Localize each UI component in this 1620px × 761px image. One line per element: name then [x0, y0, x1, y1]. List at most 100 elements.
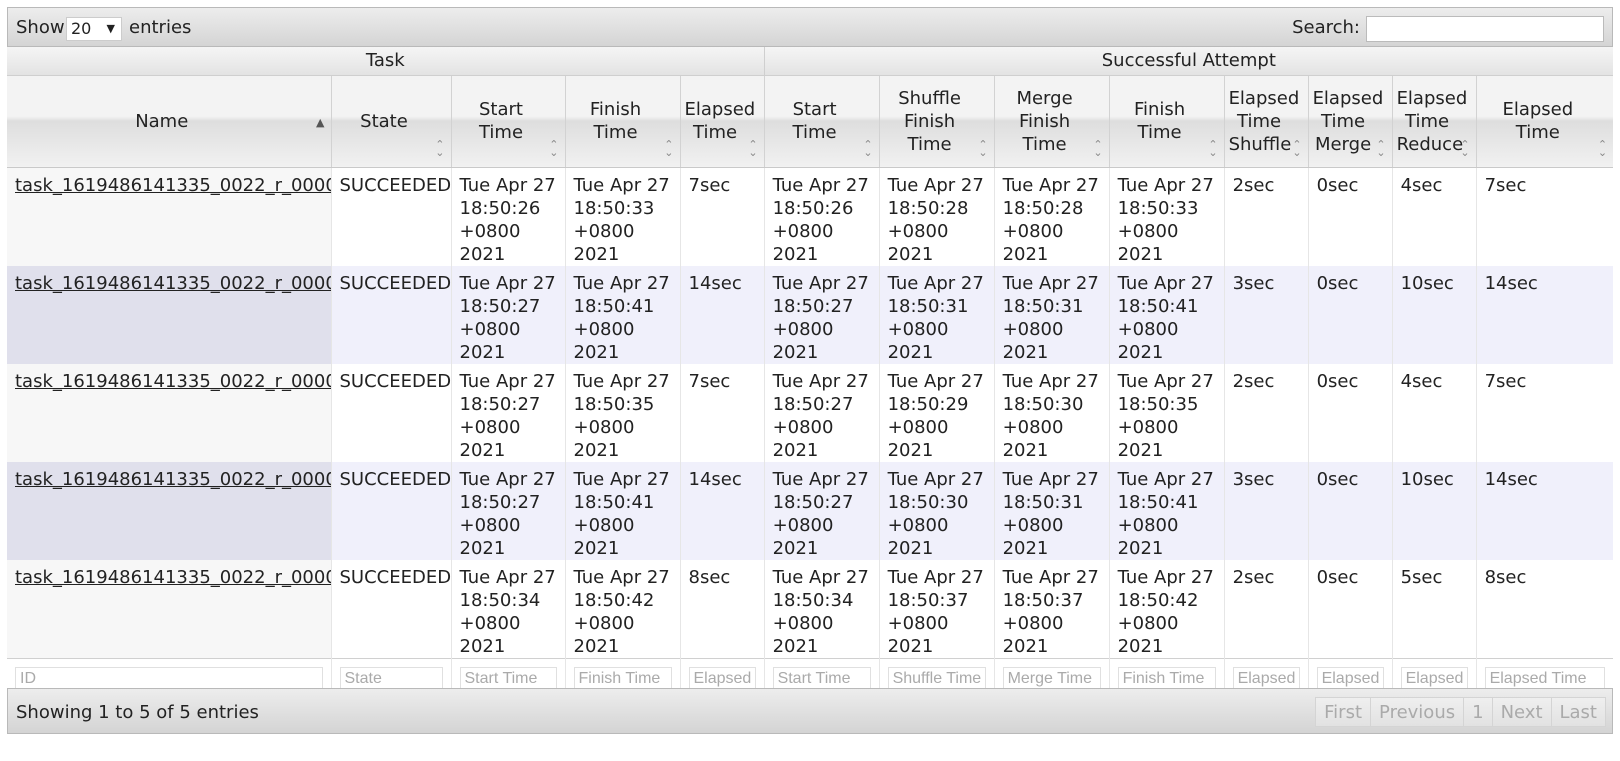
table-cell-task-elapsed-time: 14sec	[680, 461, 765, 560]
table-cell-task-finish-time: Tue Apr 27 18:50:41 +0800 2021	[565, 461, 681, 560]
previous-page-button[interactable]: Previous	[1370, 697, 1465, 727]
table-cell-attempt-elapsed-time: 7sec	[1476, 167, 1614, 266]
table-cell-task-start-time: Tue Apr 27 18:50:27 +0800 2021	[451, 363, 566, 462]
task-link[interactable]: task_1619486141335_0022_r_000000	[15, 175, 330, 196]
last-page-button[interactable]: Last	[1550, 697, 1606, 727]
table-cell-elapsed-time-shuffle: 3sec	[1224, 461, 1309, 560]
table-cell-merge-finish-time: Tue Apr 27 18:50:37 +0800 2021	[994, 559, 1110, 658]
column-header-label: Name	[135, 110, 189, 132]
table-toolbar: Show 20 ▼ entries Search:	[7, 7, 1613, 47]
table-cell-task-finish-time: Tue Apr 27 18:50:41 +0800 2021	[565, 265, 681, 364]
table-cell-merge-finish-time: Tue Apr 27 18:50:30 +0800 2021	[994, 363, 1110, 462]
table-cell-task-elapsed-time: 14sec	[680, 265, 765, 364]
column-header-task-elapsed-time[interactable]: Elapsed Time ⌃ ⌄	[680, 75, 765, 168]
table-cell-task-elapsed-time: 8sec	[680, 559, 765, 658]
sort-icon: ⌃ ⌄	[748, 137, 758, 159]
table-cell-elapsed-time-merge: 0sec	[1308, 167, 1393, 266]
table-cell-shuffle-finish-time: Tue Apr 27 18:50:28 +0800 2021	[879, 167, 995, 266]
search-input[interactable]	[1366, 16, 1604, 42]
table-cell-elapsed-time-reduce: 10sec	[1392, 461, 1477, 560]
table-cell-attempt-finish-time: Tue Apr 27 18:50:41 +0800 2021	[1109, 265, 1225, 364]
column-header-attempt-elapsed-time[interactable]: Elapsed Time ⌃ ⌄	[1476, 75, 1614, 168]
tasks-table: Task Successful Attempt Name ▲ State ⌃ ⌄ Star…	[7, 47, 1614, 700]
task-link[interactable]: task_1619486141335_0022_r_000002	[15, 371, 330, 392]
column-header-label: Elapsed Time	[684, 99, 756, 143]
table-cell-elapsed-time-shuffle: 2sec	[1224, 167, 1309, 266]
column-header-task-finish-time[interactable]: Finish Time ⌃ ⌄	[565, 75, 681, 168]
table-row: task_1619486141335_0022_r_000004 SUCCEEDE…	[7, 559, 1614, 658]
table-cell-name: task_1619486141335_0022_r_000001	[7, 265, 332, 364]
column-header-attempt-finish-time[interactable]: Finish Time ⌃ ⌄	[1109, 75, 1225, 168]
column-header-label: State	[360, 110, 408, 132]
column-header-label: Start Time	[792, 99, 837, 143]
table-cell-task-elapsed-time: 7sec	[680, 167, 765, 266]
table-cell-attempt-start-time: Tue Apr 27 18:50:27 +0800 2021	[764, 461, 880, 560]
group-header-successful-attempt: Successful Attempt	[764, 47, 1614, 76]
table-cell-shuffle-finish-time: Tue Apr 27 18:50:31 +0800 2021	[879, 265, 995, 364]
page-size-select[interactable]: 20 ▼	[66, 17, 122, 41]
page-size-value: 20	[71, 19, 92, 38]
column-header-label: Elapsed Time Reduce	[1396, 87, 1468, 155]
column-header-state[interactable]: State ⌃ ⌄	[331, 75, 452, 168]
column-header-label: Start Time	[478, 99, 524, 143]
table-row: task_1619486141335_0022_r_000003 SUCCEEDE…	[7, 461, 1614, 560]
table-cell-elapsed-time-reduce: 5sec	[1392, 559, 1477, 658]
pagination: First Previous 1 Next Last	[1315, 697, 1606, 727]
column-header-shuffle-finish-time[interactable]: Shuffle Finish Time ⌃ ⌄	[879, 75, 995, 168]
column-header-attempt-start-time[interactable]: Start Time ⌃ ⌄	[764, 75, 880, 168]
table-cell-task-start-time: Tue Apr 27 18:50:27 +0800 2021	[451, 461, 566, 560]
table-cell-task-finish-time: Tue Apr 27 18:50:35 +0800 2021	[565, 363, 681, 462]
table-cell-state: SUCCEEDED	[331, 559, 452, 658]
column-header-merge-finish-time[interactable]: Merge Finish Time ⌃ ⌄	[994, 75, 1110, 168]
sort-icon: ⌃ ⌄	[549, 137, 559, 159]
task-link[interactable]: task_1619486141335_0022_r_000003	[15, 469, 330, 490]
table-cell-elapsed-time-merge: 0sec	[1308, 559, 1393, 658]
sort-icon: ⌃ ⌄	[1093, 137, 1103, 159]
task-link[interactable]: task_1619486141335_0022_r_000004	[15, 567, 330, 588]
table-row: task_1619486141335_0022_r_000000 SUCCEEDE…	[7, 167, 1614, 266]
column-header-name[interactable]: Name ▲	[7, 75, 332, 168]
sort-icon: ⌃ ⌄	[863, 137, 873, 159]
column-header-elapsed-time-reduce[interactable]: Elapsed Time Reduce ⌃ ⌄	[1392, 75, 1477, 168]
table-cell-attempt-finish-time: Tue Apr 27 18:50:42 +0800 2021	[1109, 559, 1225, 658]
table-cell-shuffle-finish-time: Tue Apr 27 18:50:37 +0800 2021	[879, 559, 995, 658]
column-header-label: Elapsed Time Merge	[1312, 87, 1384, 155]
table-row: task_1619486141335_0022_r_000001 SUCCEEDE…	[7, 265, 1614, 364]
sort-icon: ⌃ ⌄	[664, 137, 674, 159]
table-cell-elapsed-time-shuffle: 2sec	[1224, 363, 1309, 462]
table-cell-state: SUCCEEDED	[331, 167, 452, 266]
entries-label: entries	[129, 17, 192, 38]
table-cell-attempt-finish-time: Tue Apr 27 18:50:35 +0800 2021	[1109, 363, 1225, 462]
next-page-button[interactable]: Next	[1491, 697, 1552, 727]
table-cell-shuffle-finish-time: Tue Apr 27 18:50:29 +0800 2021	[879, 363, 995, 462]
table-cell-elapsed-time-merge: 0sec	[1308, 363, 1393, 462]
table-cell-elapsed-time-merge: 0sec	[1308, 461, 1393, 560]
column-header-label: Elapsed Time Shuffle	[1228, 87, 1300, 155]
table-cell-name: task_1619486141335_0022_r_000003	[7, 461, 332, 560]
table-cell-name: task_1619486141335_0022_r_000000	[7, 167, 332, 266]
table-cell-task-start-time: Tue Apr 27 18:50:26 +0800 2021	[451, 167, 566, 266]
table-cell-merge-finish-time: Tue Apr 27 18:50:28 +0800 2021	[994, 167, 1110, 266]
table-cell-task-finish-time: Tue Apr 27 18:50:42 +0800 2021	[565, 559, 681, 658]
table-info: Showing 1 to 5 of 5 entries	[16, 702, 259, 723]
table-cell-merge-finish-time: Tue Apr 27 18:50:31 +0800 2021	[994, 461, 1110, 560]
task-link[interactable]: task_1619486141335_0022_r_000001	[15, 273, 330, 294]
column-header-elapsed-time-merge[interactable]: Elapsed Time Merge ⌃ ⌄	[1308, 75, 1393, 168]
table-cell-attempt-elapsed-time: 8sec	[1476, 559, 1614, 658]
table-cell-task-start-time: Tue Apr 27 18:50:34 +0800 2021	[451, 559, 566, 658]
first-page-button[interactable]: First	[1315, 697, 1372, 727]
table-cell-attempt-elapsed-time: 14sec	[1476, 265, 1614, 364]
table-cell-elapsed-time-reduce: 4sec	[1392, 363, 1477, 462]
table-cell-attempt-finish-time: Tue Apr 27 18:50:41 +0800 2021	[1109, 461, 1225, 560]
sort-icon: ⌃ ⌄	[1460, 137, 1470, 159]
table-cell-attempt-finish-time: Tue Apr 27 18:50:33 +0800 2021	[1109, 167, 1225, 266]
page-1-button[interactable]: 1	[1463, 697, 1493, 727]
column-header-task-start-time[interactable]: Start Time ⌃ ⌄	[451, 75, 566, 168]
table-cell-attempt-elapsed-time: 14sec	[1476, 461, 1614, 560]
table-cell-state: SUCCEEDED	[331, 265, 452, 364]
table-cell-attempt-start-time: Tue Apr 27 18:50:27 +0800 2021	[764, 265, 880, 364]
table-cell-task-finish-time: Tue Apr 27 18:50:33 +0800 2021	[565, 167, 681, 266]
column-header-label: Finish Time	[1133, 99, 1186, 143]
table-cell-attempt-start-time: Tue Apr 27 18:50:27 +0800 2021	[764, 363, 880, 462]
column-header-elapsed-time-shuffle[interactable]: Elapsed Time Shuffle ⌃ ⌄	[1224, 75, 1309, 168]
